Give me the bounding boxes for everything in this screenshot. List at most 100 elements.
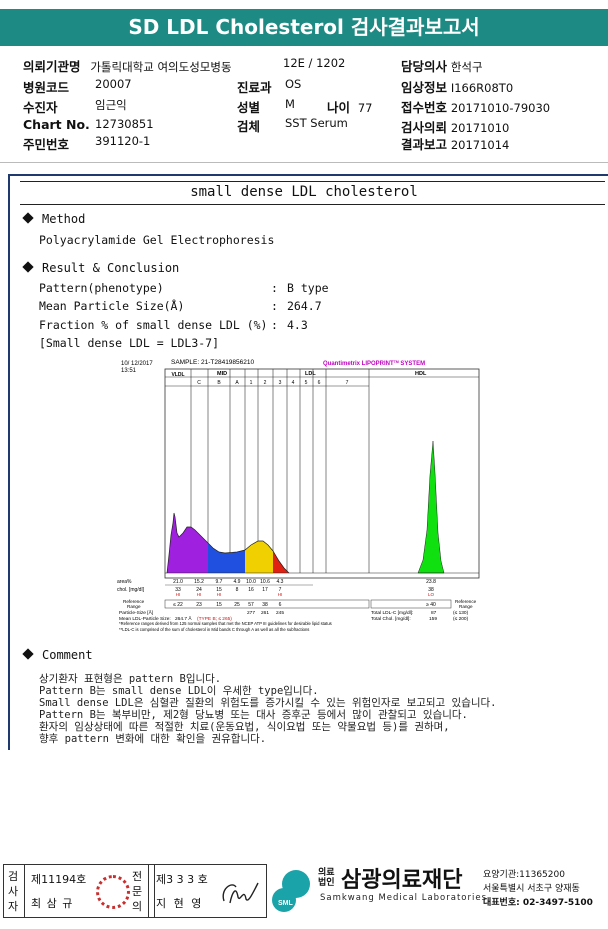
specialist-divider bbox=[148, 865, 149, 917]
chart-no-label: Chart No. bbox=[23, 117, 90, 132]
result-fraction-value: 4.3 bbox=[287, 318, 308, 332]
band-label-7: 7 bbox=[346, 380, 349, 386]
corp-type-line1: 의료 bbox=[318, 868, 335, 878]
particle-size-value: 277 bbox=[247, 610, 255, 616]
hdl-group-label: HDL bbox=[415, 371, 427, 377]
specialist-label: 전문의 bbox=[132, 870, 143, 913]
chol-flag: LO bbox=[428, 592, 435, 597]
result-fraction-label: Fraction % of small dense LDL (%) bbox=[39, 318, 268, 332]
mid-group-label: MID bbox=[217, 371, 227, 377]
bullet-diamond-icon bbox=[22, 261, 34, 273]
age-value: 77 bbox=[357, 101, 373, 115]
report-date-value: 20171014 bbox=[450, 138, 510, 152]
area-value: 4.9 bbox=[234, 579, 241, 585]
total-ldl-ref: (≤ 130) bbox=[453, 610, 469, 616]
specimen-label: 검체 bbox=[237, 119, 261, 134]
area-value: 10.0 bbox=[246, 579, 256, 585]
ref-value: 25 bbox=[234, 602, 240, 608]
corp-name: 삼광의료재단 bbox=[341, 868, 463, 893]
result-size-label: Mean Particle Size(Å) bbox=[39, 299, 185, 313]
result-colon: : bbox=[271, 299, 278, 313]
corp-address: 서울특별시 서초구 양재동 bbox=[483, 884, 580, 894]
chol-value: 16 bbox=[248, 587, 254, 593]
ref-value: ≥ 40 bbox=[426, 602, 436, 608]
ref-row-label: Range bbox=[127, 604, 141, 609]
mid-b-band-area bbox=[208, 543, 230, 573]
id-value: 391120-1 bbox=[95, 134, 151, 148]
institution-row: 의뢰기관명 가톨릭대학교 여의도성모병동 bbox=[23, 56, 232, 75]
institution-value: 가톨릭대학교 여의도성모병동 bbox=[90, 60, 232, 74]
patient-label: 수진자 bbox=[23, 100, 58, 115]
electrophoresis-svg: 10/ 12/2017 13:51 SAMPLE: 21-T2841985621… bbox=[117, 359, 480, 632]
department-label: 진료과 bbox=[237, 80, 272, 95]
header-divider bbox=[0, 162, 608, 163]
hdl-band-area bbox=[417, 440, 445, 574]
total-chol-ref: (≤ 200) bbox=[453, 616, 469, 622]
result-heading: Result & Conclusion bbox=[22, 261, 179, 275]
band-label-1: 1 bbox=[250, 380, 253, 386]
chol-value: 17 bbox=[262, 587, 268, 593]
mid-a-band-area bbox=[230, 550, 245, 573]
section-line-bottom bbox=[20, 204, 605, 205]
band-label-b: B bbox=[217, 380, 221, 386]
patient-value: 임근익 bbox=[95, 98, 127, 112]
checker-label: 검사자 bbox=[8, 870, 19, 913]
sml-logo-icon: SML bbox=[272, 867, 314, 915]
id-label: 주민번호 bbox=[23, 137, 70, 152]
chart-sample-id: SAMPLE: 21-T28419856210 bbox=[171, 359, 254, 366]
section-title: small dense LDL cholesterol bbox=[190, 184, 418, 200]
area-value: 9.7 bbox=[216, 579, 223, 585]
particle-size-label: Particle-Size [Å] bbox=[119, 609, 153, 616]
doctor-value: 한석구 bbox=[450, 60, 483, 74]
chart-brand-suffix: SYSTEM bbox=[399, 361, 425, 367]
band-label-5: 5 bbox=[305, 380, 308, 386]
checker-seal-icon bbox=[96, 875, 130, 909]
ref-value: 6 bbox=[279, 602, 282, 608]
bullet-diamond-icon bbox=[22, 212, 34, 224]
hospital-code-label: 병원코드 bbox=[23, 80, 70, 95]
sex-label: 성별 bbox=[237, 100, 261, 115]
corp-code: 요양기관:11365200 bbox=[483, 870, 565, 880]
band-label-3: 3 bbox=[279, 380, 282, 386]
chart-footnote-1: *Reference ranges derived from 125 norma… bbox=[119, 621, 332, 626]
chart-value-table: area%chol. [mg/dl]ReferenceRangeReferenc… bbox=[117, 579, 477, 622]
institution-label: 의뢰기관명 bbox=[23, 59, 81, 74]
chart-no-value: 12730851 bbox=[95, 117, 154, 131]
particle-size-value: 261 bbox=[261, 610, 269, 616]
ref-value: ≤ 22 bbox=[173, 602, 183, 608]
chol-flag: HI bbox=[278, 592, 283, 597]
chol-flag: HI bbox=[197, 592, 202, 597]
specialist-name: 지 현 영 bbox=[156, 897, 204, 910]
checker-divider bbox=[24, 865, 25, 917]
total-chol-label: Total Chol. [mg/dl]: bbox=[371, 616, 411, 622]
electrophoresis-chart: 10/ 12/2017 13:51 SAMPLE: 21-T2841985621… bbox=[113, 355, 482, 636]
receipt-value: 20171010-79030 bbox=[450, 101, 551, 115]
specialist-license: 제3 3 3 호 bbox=[156, 873, 208, 886]
corp-type-line2: 법인 bbox=[318, 878, 335, 888]
chart-footnote-2: **LDL-C is comprised of the sum of chole… bbox=[119, 627, 309, 632]
specimen-value: SST Serum bbox=[285, 116, 348, 130]
result-size-value: 264.7 bbox=[287, 299, 322, 313]
vldl-band-area bbox=[167, 513, 191, 573]
request-value: 20171010 bbox=[450, 121, 510, 135]
ward-value: 12E / 1202 bbox=[283, 56, 346, 70]
method-text: Polyacrylamide Gel Electrophoresis bbox=[39, 233, 275, 247]
chol-value: 8 bbox=[236, 587, 239, 593]
plot-area: MID LDL HDLVLDLC B A 1 2 3 4 5 6 7 bbox=[164, 368, 480, 609]
ref-box-hdl bbox=[370, 599, 452, 609]
specialist-box: 전문의 제3 3 3 호 지 현 영 bbox=[130, 864, 267, 918]
corp-english-name: Samkwang Medical Laboratories bbox=[320, 893, 488, 903]
ref-value: 23 bbox=[196, 602, 202, 608]
band-label-a: A bbox=[235, 380, 239, 386]
total-ldl-label: Total LDL-C [mg/dl]: bbox=[371, 610, 413, 616]
area-value: 23.8 bbox=[426, 579, 436, 585]
checker-name: 최 삼 규 bbox=[31, 897, 74, 910]
chol-flag: HI bbox=[217, 592, 222, 597]
corp-type: 의료 법인 bbox=[318, 868, 335, 888]
result-colon: : bbox=[271, 281, 278, 295]
chart-brand: Quantimetrix LIPOPRINTTM SYSTEM bbox=[323, 360, 425, 367]
comment-line: 향후 pattern 변화에 대한 확인을 권유합니다. bbox=[39, 733, 267, 745]
chol-row-label: chol. [mg/dl] bbox=[117, 587, 145, 593]
comment-heading: Comment bbox=[22, 648, 93, 662]
corp-contact: 요양기관:11365200 서울특별시 서초구 양재동 대표번호: 02-349… bbox=[483, 868, 593, 910]
